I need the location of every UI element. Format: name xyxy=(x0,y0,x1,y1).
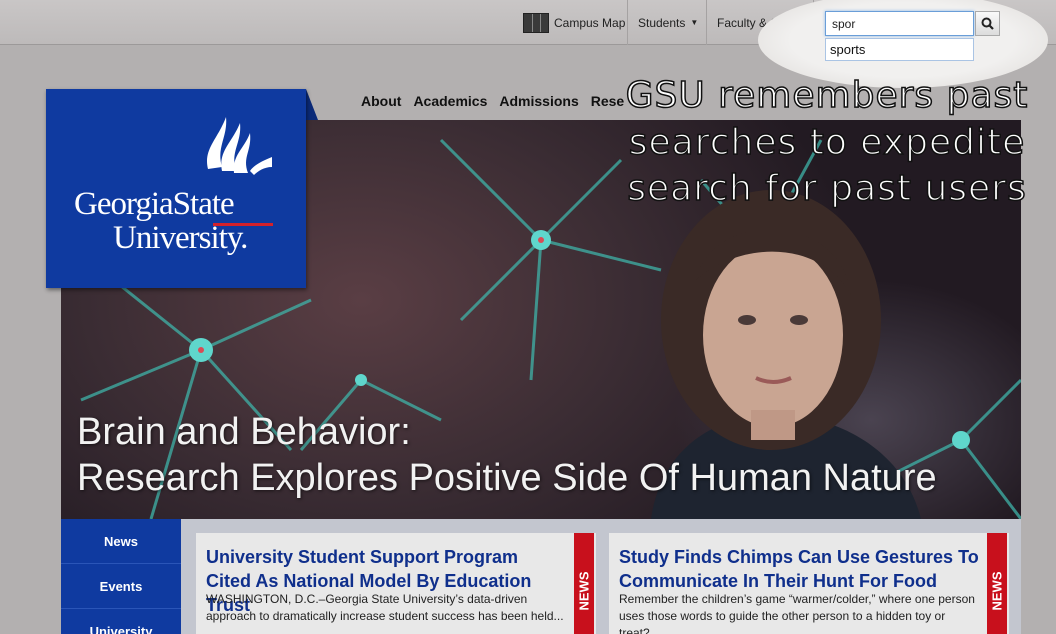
main-nav: About Academics Admissions Rese xyxy=(355,90,630,114)
campus-map-link[interactable]: Campus Map xyxy=(523,0,625,45)
annotation-line3: search for past users xyxy=(627,167,1027,210)
news-card-excerpt: WASHINGTON, D.C.–Georgia State Universit… xyxy=(206,592,564,623)
chevron-down-icon: ▼ xyxy=(690,18,699,27)
search-suggestion[interactable]: sports xyxy=(825,38,974,61)
gsu-logo[interactable]: GeorgiaState University. xyxy=(46,89,306,288)
flame-icon xyxy=(207,117,272,175)
hero-headline-line1: Brain and Behavior: xyxy=(77,411,411,453)
side-nav-news[interactable]: News xyxy=(61,519,181,564)
nav-academics[interactable]: Academics xyxy=(407,90,493,114)
news-tag-label: NEWS xyxy=(989,571,1005,611)
map-icon xyxy=(523,12,549,33)
annotation-line2: searches to expedite xyxy=(628,121,1026,164)
news-card[interactable]: Study Finds Chimps Can Use Gestures To C… xyxy=(609,533,1009,634)
news-tag-label: NEWS xyxy=(576,571,592,611)
campus-map-label: Campus Map xyxy=(554,15,626,30)
side-nav-university[interactable]: University xyxy=(61,609,181,634)
logo-fold xyxy=(306,89,318,120)
news-tag: NEWS xyxy=(574,533,594,634)
nav-about[interactable]: About xyxy=(355,90,407,114)
divider xyxy=(706,0,707,45)
news-card-excerpt: Remember the children’s game “warmer/col… xyxy=(619,592,975,634)
logo-wordmark-line2: University. xyxy=(113,220,248,256)
side-nav-events[interactable]: Events xyxy=(61,564,181,609)
search-input[interactable] xyxy=(825,11,974,36)
news-tag: NEWS xyxy=(987,533,1007,634)
nav-admissions[interactable]: Admissions xyxy=(493,90,584,114)
students-label: Students xyxy=(638,15,686,30)
news-card-title[interactable]: Study Finds Chimps Can Use Gestures To C… xyxy=(619,545,979,593)
annotation-line1: GSU remembers past xyxy=(625,74,1029,117)
divider xyxy=(627,0,628,45)
hero-headline-line2: Research Explores Positive Side Of Human… xyxy=(77,457,937,499)
search-button[interactable] xyxy=(975,11,1000,36)
students-menu[interactable]: Students ▼ xyxy=(638,0,698,45)
search-icon xyxy=(981,17,994,30)
logo-wordmark-line1: GeorgiaState xyxy=(74,186,235,222)
side-nav: News Events University xyxy=(61,519,181,634)
news-card[interactable]: University Student Support Program Cited… xyxy=(196,533,596,634)
